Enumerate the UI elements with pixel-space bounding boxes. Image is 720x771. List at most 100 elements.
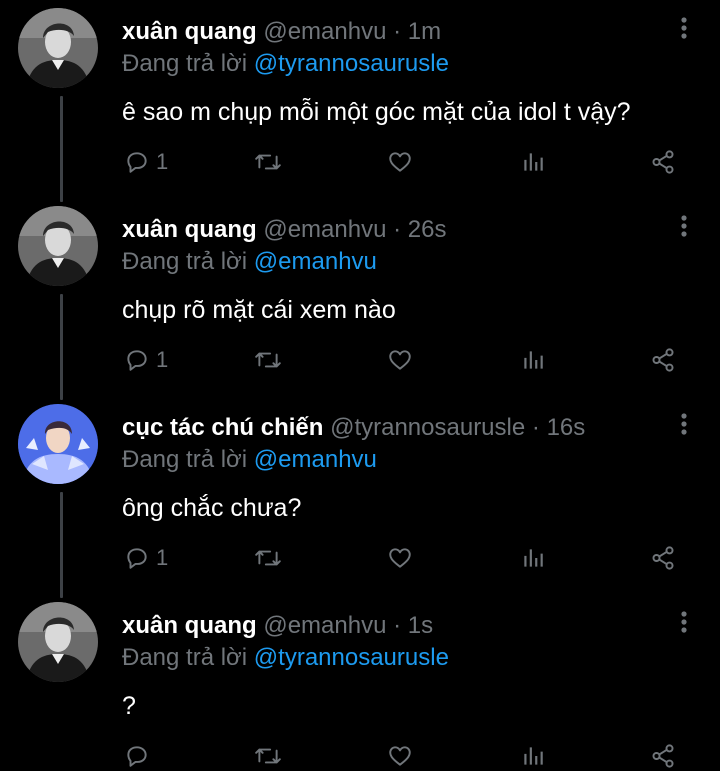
tweet-header: xuân quang @emanhvu · 26s [122,214,446,246]
display-name[interactable]: cục tác chú chiến [122,414,323,441]
separator: · [531,414,540,441]
avatar-image [18,602,98,682]
retweet-icon [255,352,281,368]
retweet-button[interactable] [254,340,282,380]
avatar-image [18,404,98,484]
more-button[interactable] [670,608,698,636]
tweet-text: ê sao m chụp mỗi một góc mặt của idol t … [122,98,631,126]
tweet[interactable]: xuân quang @emanhvu · 1m Đang trả lời @t… [0,0,720,198]
replying-label: Đang trả lời [122,644,248,671]
username[interactable]: @emanhvu [263,612,386,639]
separator: · [393,216,402,243]
share-icon [652,150,674,174]
like-button[interactable] [386,538,414,578]
mention-link[interactable]: @tyrannosaurusle [254,50,449,77]
stats-icon [524,153,543,171]
avatar[interactable] [18,602,98,682]
display-name[interactable]: xuân quang [122,18,257,45]
share-icon [652,546,674,570]
heart-icon [389,152,411,172]
replying-to: Đang trả lời @emanhvu [122,246,377,278]
tweet-header: cục tác chú chiến @tyrannosaurusle · 16s [122,412,585,444]
username[interactable]: @tyrannosaurusle [330,414,525,441]
more-button[interactable] [670,410,698,438]
reply-count: 1 [156,347,169,372]
reply-icon [127,350,147,371]
replying-label: Đang trả lời [122,248,248,275]
like-button[interactable] [386,340,414,380]
mention-link[interactable]: @tyrannosaurusle [254,644,449,671]
heart-icon [389,548,411,568]
avatar-image [18,206,98,286]
separator: · [393,612,402,639]
replying-to: Đang trả lời @emanhvu [122,444,377,476]
share-button[interactable] [650,142,676,182]
stats-button[interactable] [520,142,546,182]
tweet[interactable]: xuân quang @emanhvu · 26s Đang trả lời @… [0,198,720,396]
action-bar [0,736,720,771]
more-vertical-icon [681,413,687,435]
heart-icon [389,746,411,766]
display-name[interactable]: xuân quang [122,612,257,639]
reply-icon [127,548,147,569]
tweet-text: chụp rõ mặt cái xem nào [122,296,396,324]
avatar-image [18,8,98,88]
more-button[interactable] [670,212,698,240]
reply-icon [127,152,147,173]
share-icon [652,744,674,768]
stats-icon [524,549,543,567]
replying-label: Đang trả lời [122,446,248,473]
retweet-button[interactable] [254,538,282,578]
display-name[interactable]: xuân quang [122,216,257,243]
reply-button[interactable]: 1 [124,142,168,182]
retweet-icon [255,748,281,764]
tweet-header: xuân quang @emanhvu · 1m [122,16,441,48]
replying-label: Đang trả lời [122,50,248,77]
like-button[interactable] [386,142,414,182]
username[interactable]: @emanhvu [263,216,386,243]
retweet-icon [255,550,281,566]
stats-icon [524,747,543,765]
tweet[interactable]: xuân quang @emanhvu · 1s Đang trả lời @t… [0,594,720,771]
share-button[interactable] [650,736,676,771]
reply-thread: xuân quang @emanhvu · 1m Đang trả lời @t… [0,0,720,771]
timestamp[interactable]: 1m [408,18,441,45]
timestamp[interactable]: 26s [408,216,447,243]
avatar[interactable] [18,404,98,484]
stats-button[interactable] [520,538,546,578]
mention-link[interactable]: @emanhvu [254,446,377,473]
reply-button[interactable]: 1 [124,538,168,578]
timestamp[interactable]: 1s [408,612,433,639]
share-button[interactable] [650,340,676,380]
heart-icon [389,350,411,370]
more-vertical-icon [681,17,687,39]
tweet-text: ? [122,692,136,720]
username[interactable]: @emanhvu [263,18,386,45]
avatar[interactable] [18,8,98,88]
tweet-text: ông chắc chưa? [122,494,302,522]
more-vertical-icon [681,215,687,237]
reply-button[interactable] [124,736,156,771]
retweet-button[interactable] [254,142,282,182]
reply-count: 1 [156,545,169,570]
stats-button[interactable] [520,340,546,380]
mention-link[interactable]: @emanhvu [254,248,377,275]
avatar[interactable] [18,206,98,286]
retweet-button[interactable] [254,736,282,771]
action-bar: 1 [0,142,720,182]
replying-to: Đang trả lời @tyrannosaurusle [122,642,449,674]
more-button[interactable] [670,14,698,42]
timestamp[interactable]: 16s [547,414,586,441]
stats-icon [524,351,543,369]
retweet-icon [255,154,281,170]
reply-button[interactable]: 1 [124,340,168,380]
tweet[interactable]: cục tác chú chiến @tyrannosaurusle · 16s… [0,396,720,594]
action-bar: 1 [0,538,720,578]
share-button[interactable] [650,538,676,578]
more-vertical-icon [681,611,687,633]
separator: · [393,18,402,45]
stats-button[interactable] [520,736,546,771]
like-button[interactable] [386,736,414,771]
reply-count: 1 [156,149,169,174]
share-icon [652,348,674,372]
